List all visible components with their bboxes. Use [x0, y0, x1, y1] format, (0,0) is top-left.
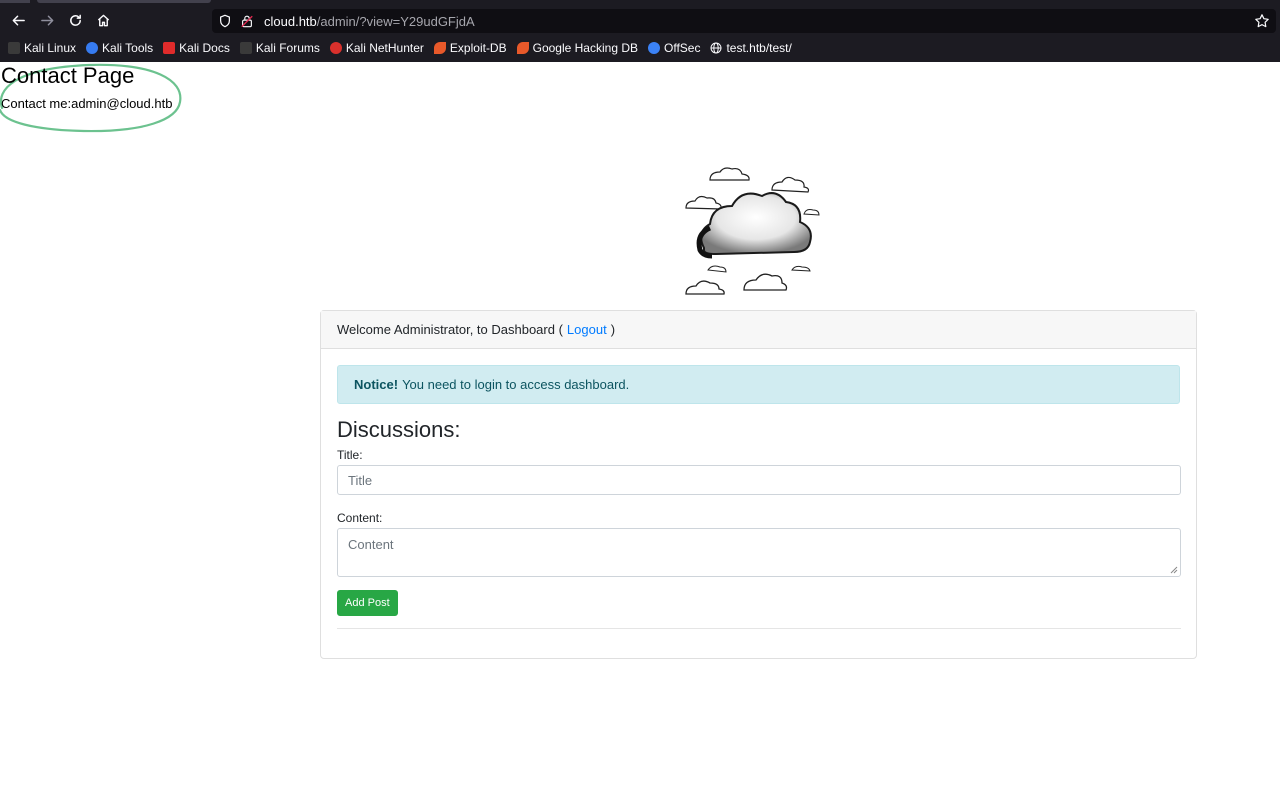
- arrow-right-icon: [40, 15, 53, 25]
- bookmark-label: test.htb/test/: [726, 41, 792, 55]
- kali-docs-icon: [163, 42, 176, 54]
- reload-icon: [69, 14, 81, 26]
- bookmark-label: Kali NetHunter: [345, 41, 424, 55]
- tab-active[interactable]: [37, 0, 211, 3]
- bookmark-star-icon[interactable]: [1254, 13, 1270, 29]
- title-label: Title:: [337, 448, 363, 462]
- bookmark-kali-linux[interactable]: Kali Linux: [8, 41, 76, 55]
- bookmark-kali-docs[interactable]: Kali Docs: [163, 41, 230, 55]
- exploitdb-icon: [516, 42, 529, 54]
- home-button[interactable]: [91, 8, 115, 32]
- notice-text: You need to login to access dashboard.: [402, 377, 630, 392]
- bookmark-label: OffSec: [664, 41, 701, 55]
- url-bar[interactable]: cloud.htb/admin/?view=Y29udGFjdA: [212, 9, 1276, 33]
- offsec-icon: [648, 42, 660, 54]
- welcome-suffix: ): [610, 322, 616, 337]
- home-icon: [97, 14, 109, 26]
- welcome-text: Welcome Administrator, to Dashboard (: [337, 322, 563, 337]
- bookmark-label: Google Hacking DB: [532, 41, 638, 55]
- bookmark-kali-forums[interactable]: Kali Forums: [239, 41, 320, 55]
- bookmark-kali-tools[interactable]: Kali Tools: [86, 41, 153, 55]
- contact-email-text: Contact me:admin@cloud.htb: [1, 96, 173, 111]
- title-input[interactable]: Title: [337, 465, 1181, 495]
- url-text[interactable]: cloud.htb/admin/?view=Y29udGFjdA: [264, 14, 475, 29]
- bookmark-label: Kali Tools: [102, 41, 154, 55]
- bookmark-label: Kali Docs: [179, 41, 230, 55]
- browser-chrome: cloud.htb/admin/?view=Y29udGFjdA Kali Li…: [0, 0, 1280, 62]
- cloud-logo: [685, 167, 820, 295]
- resize-handle-icon[interactable]: [1170, 566, 1178, 574]
- bookmark-label: Exploit-DB: [449, 41, 507, 55]
- bookmark-label: Kali Linux: [24, 41, 77, 55]
- shield-icon[interactable]: [218, 14, 232, 28]
- nav-toolbar: cloud.htb/admin/?view=Y29udGFjdA: [0, 6, 1280, 34]
- globe-icon: [710, 42, 722, 54]
- add-post-button[interactable]: Add Post: [337, 590, 398, 616]
- bookmark-test-htb[interactable]: test.htb/test/: [710, 41, 792, 55]
- content-label: Content:: [337, 511, 383, 525]
- notice-alert: Notice! You need to login to access dash…: [337, 365, 1180, 404]
- discussions-title: Discussions:: [337, 417, 461, 442]
- content-placeholder: Content: [348, 537, 394, 552]
- bookmark-google-hacking-db[interactable]: Google Hacking DB: [516, 41, 638, 55]
- card-body: Notice! You need to login to access dash…: [321, 349, 1196, 645]
- reload-button[interactable]: [63, 8, 87, 32]
- exploitdb-icon: [433, 42, 446, 54]
- page-title: Contact Page: [1, 63, 135, 88]
- url-host: cloud.htb: [264, 13, 317, 29]
- kali-dragon-icon: [239, 42, 252, 54]
- card-header: Welcome Administrator, to Dashboard ( Lo…: [321, 311, 1196, 349]
- bookmark-label: Kali Forums: [255, 41, 320, 55]
- notice-label: Notice!: [354, 377, 399, 392]
- insecure-lock-icon[interactable]: [240, 14, 254, 28]
- bookmark-exploit-db[interactable]: Exploit-DB: [433, 41, 507, 55]
- bookmark-kali-nethunter[interactable]: Kali NetHunter: [329, 41, 424, 55]
- url-path: /admin/?view=Y29udGFjdA: [316, 13, 475, 29]
- logout-link[interactable]: Logout: [567, 322, 607, 337]
- arrow-left-icon: [12, 15, 25, 25]
- kali-tools-icon: [86, 42, 99, 54]
- nethunter-icon: [329, 42, 342, 54]
- divider: [337, 628, 1181, 629]
- bookmark-offsec[interactable]: OffSec: [648, 41, 700, 55]
- back-button[interactable]: [6, 8, 30, 32]
- forward-button[interactable]: [35, 8, 59, 32]
- bookmarks-bar: Kali Linux Kali Tools Kali Docs Kali For…: [0, 36, 1280, 60]
- dashboard-card: Welcome Administrator, to Dashboard ( Lo…: [320, 310, 1197, 659]
- tab-previous[interactable]: [0, 0, 30, 3]
- kali-dragon-icon: [8, 42, 20, 54]
- content-textarea[interactable]: Content: [337, 528, 1181, 577]
